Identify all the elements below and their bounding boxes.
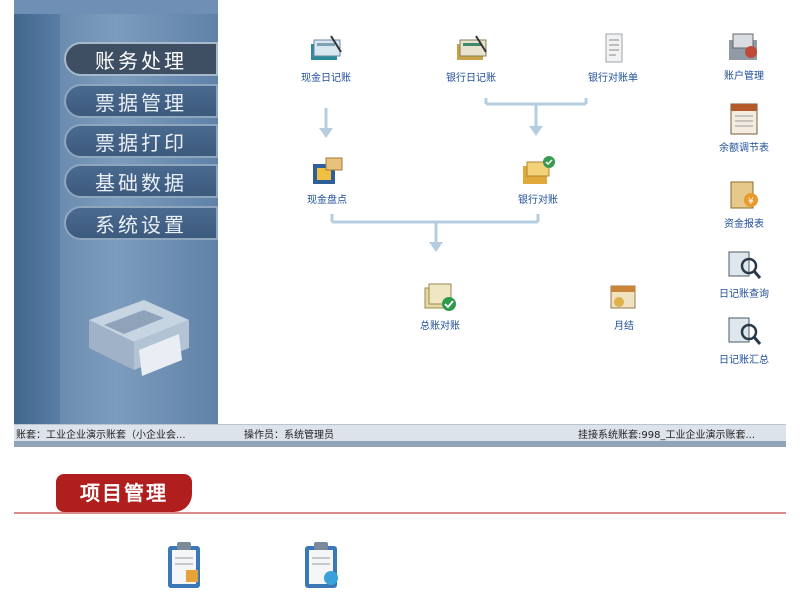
flow-connectors [319, 98, 588, 252]
cash-journal-node[interactable]: 现金日记账 [276, 32, 376, 84]
ledger-reconcile-label: 总账对账 [420, 321, 460, 332]
funds-report-node[interactable]: ¥ 资金报表 [694, 178, 786, 230]
month-close-label: 月结 [614, 321, 634, 332]
balance-adjust-icon [730, 103, 758, 135]
bank-statement-label: 银行对账单 [588, 73, 638, 84]
journal-summary-label: 日记账汇总 [719, 355, 769, 366]
ledger-reconcile-node[interactable]: 总账对账 [390, 280, 490, 332]
cash-count-node[interactable]: 现金盘点 [277, 154, 377, 206]
month-close-icon [610, 285, 636, 309]
cash-journal-label: 现金日记账 [301, 73, 351, 84]
funds-report-label: 资金报表 [724, 219, 764, 230]
balance-adjust-label: 余额调节表 [719, 143, 769, 154]
clipboard-icon [168, 542, 200, 588]
bank-journal-icon [457, 35, 487, 60]
funds-report-icon: ¥ [730, 181, 758, 209]
project-management-section: 项目管理 [14, 470, 786, 600]
journal-query-label: 日记账查询 [719, 289, 769, 300]
cash-count-label: 现金盘点 [307, 195, 347, 206]
svg-text:¥: ¥ [748, 197, 754, 207]
bank-reconcile-icon [523, 156, 555, 184]
section-title: 项目管理 [56, 474, 192, 512]
month-close-node[interactable]: 月结 [574, 280, 674, 332]
account-mgmt-node[interactable]: 账户管理 [694, 30, 786, 82]
section-divider [14, 512, 786, 514]
journal-query-node[interactable]: 日记账查询 [694, 248, 786, 300]
ledger-reconcile-icon [424, 283, 456, 311]
bank-reconcile-label: 银行对账 [518, 195, 558, 206]
bank-statement-icon [605, 33, 623, 63]
bank-statement-node[interactable]: 银行对账单 [563, 32, 663, 84]
account-mgmt-icon [729, 33, 757, 60]
journal-summary-icon [728, 317, 762, 345]
app-window: 账务处理 票据管理 票据打印 基础数据 系统设置 现金日记账 银行日记账 银行对… [14, 0, 786, 445]
bank-journal-node[interactable]: 银行日记账 [421, 32, 521, 84]
bank-reconcile-node[interactable]: 银行对账 [488, 154, 588, 206]
account-mgmt-label: 账户管理 [724, 71, 764, 82]
window-bottom-edge [14, 441, 786, 447]
journal-summary-node[interactable]: 日记账汇总 [694, 314, 786, 366]
project-item-2[interactable] [276, 540, 366, 590]
bank-journal-label: 银行日记账 [446, 73, 496, 84]
project-item-1[interactable] [139, 540, 229, 590]
clipboard-chart-icon [305, 542, 338, 588]
cash-count-icon [313, 157, 343, 184]
journal-query-icon [728, 251, 762, 279]
balance-adjust-node[interactable]: 余额调节表 [694, 102, 786, 154]
cash-journal-icon [311, 35, 342, 60]
